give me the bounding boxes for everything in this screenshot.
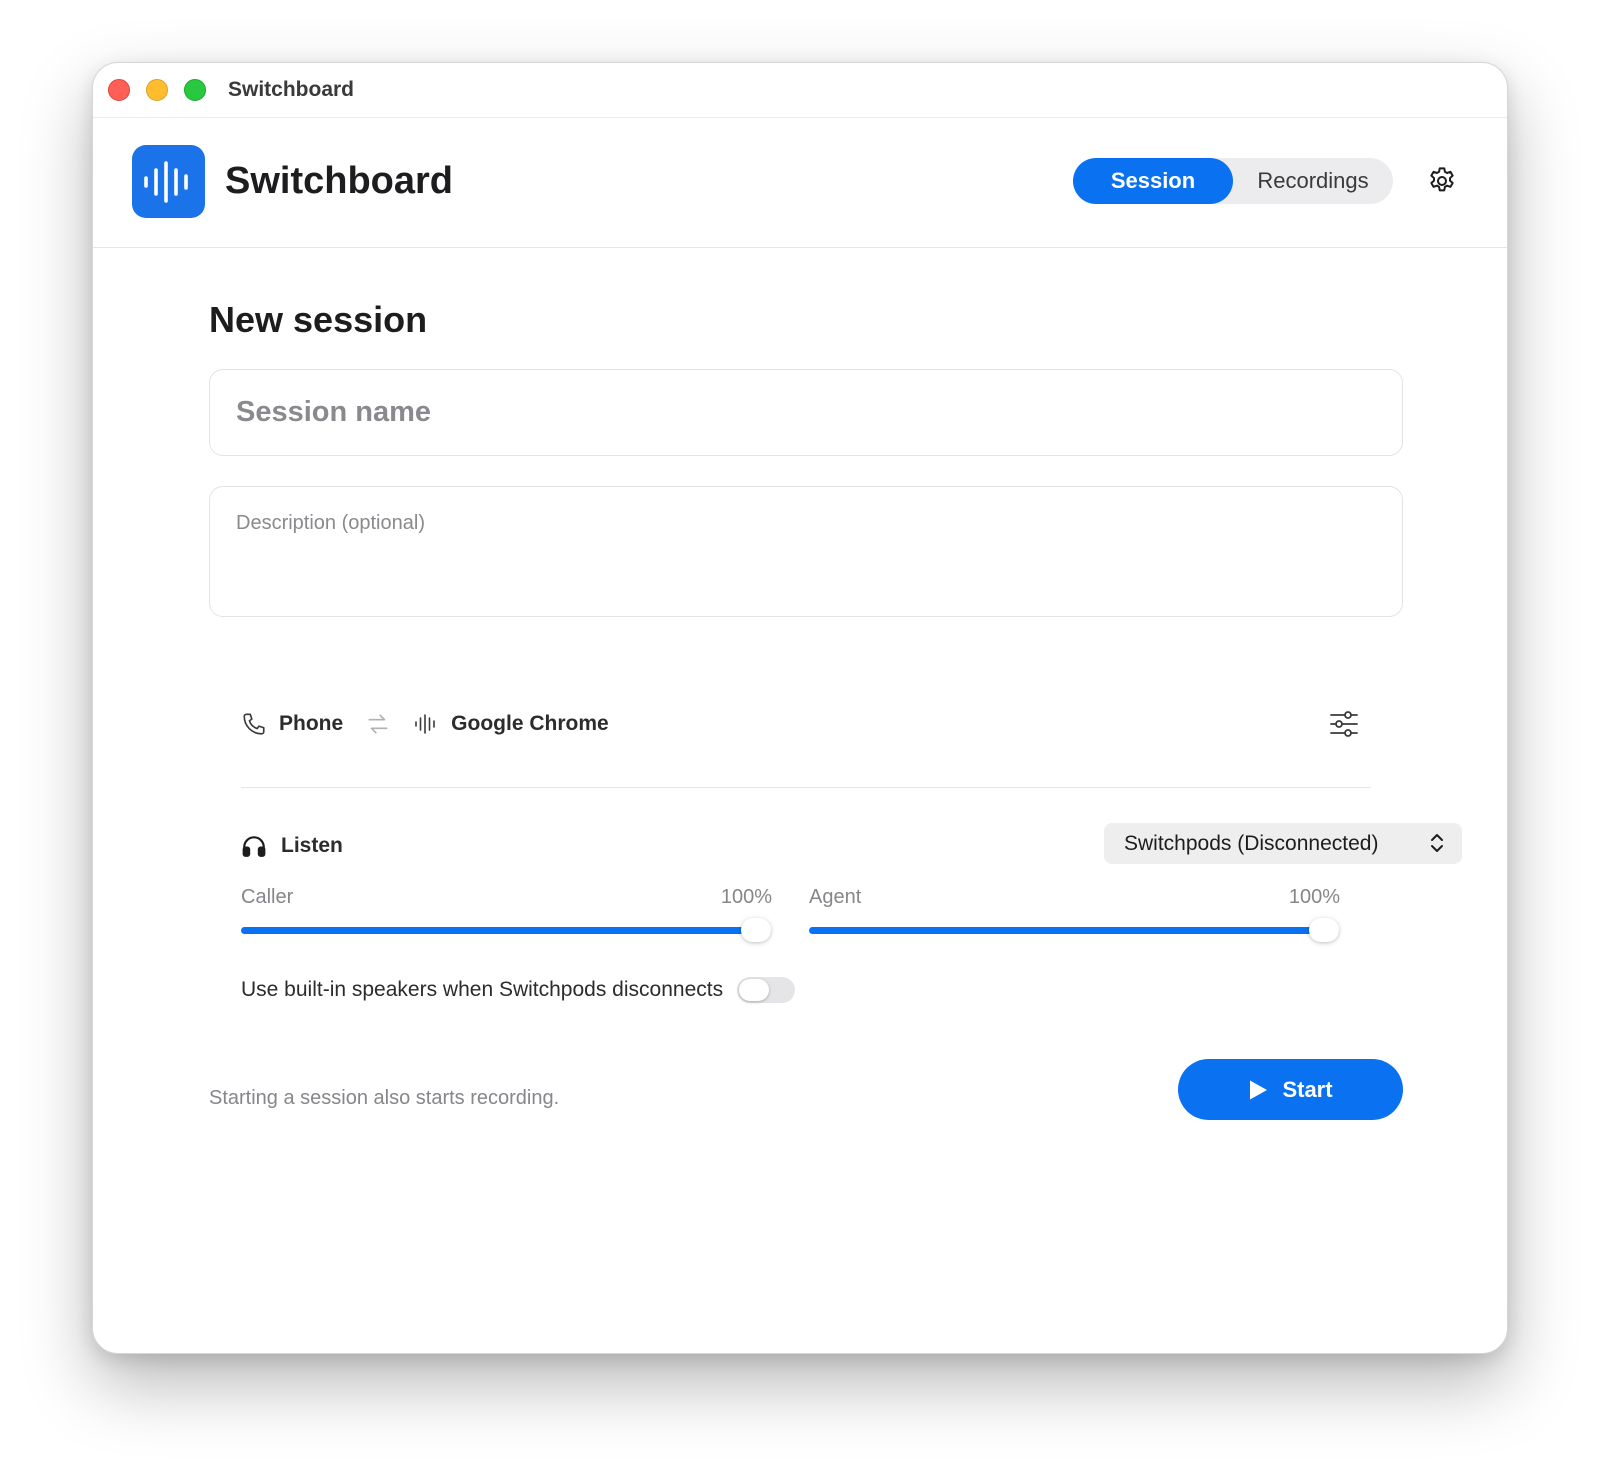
tab-session[interactable]: Session (1073, 158, 1233, 204)
app-header: Switchboard Session Recordings (93, 118, 1507, 248)
sliders-icon (1330, 711, 1358, 737)
slider-fill (241, 927, 756, 934)
slider-fill (809, 927, 1324, 934)
app-logo (132, 145, 205, 218)
settings-button[interactable] (1424, 163, 1460, 199)
play-icon (1248, 1079, 1268, 1101)
waveform-icon (143, 160, 188, 203)
close-window-button[interactable] (108, 79, 130, 101)
toggle-knob (739, 979, 770, 1001)
page-title: New session (209, 299, 428, 340)
listen-header: Listen (241, 824, 343, 868)
recording-note: Starting a session also starts recording… (209, 1087, 560, 1109)
chevron-updown-icon (1428, 832, 1446, 854)
start-label: Start (1282, 1076, 1333, 1102)
slider-thumb[interactable] (1309, 918, 1339, 942)
route-options-button[interactable] (1327, 708, 1361, 740)
caller-volume-slider[interactable] (241, 918, 771, 942)
zoom-window-button[interactable] (184, 79, 206, 101)
audio-route: Phone Google Chrome (241, 699, 1371, 749)
phone-icon (241, 711, 267, 737)
route-source-label: Phone (279, 712, 344, 735)
listen-device-select[interactable]: Switchpods (Disconnected) (1104, 823, 1462, 864)
app-window: Switchboard Switchboard Session Recordin… (92, 62, 1508, 1354)
route-target-label: Google Chrome (451, 712, 609, 735)
gear-icon (1430, 167, 1454, 192)
agent-volume-value: 100% (1288, 886, 1340, 908)
caller-volume-label: Caller (241, 886, 294, 908)
agent-volume-slider[interactable] (809, 918, 1339, 942)
slider-thumb[interactable] (741, 918, 771, 942)
minimize-window-button[interactable] (146, 79, 168, 101)
tab-recordings[interactable]: Recordings (1233, 158, 1393, 204)
section-divider (241, 787, 1371, 788)
description-input[interactable] (209, 486, 1403, 617)
agent-volume-label: Agent (809, 886, 862, 908)
session-name-input[interactable] (209, 369, 1403, 456)
window-title: Switchboard (228, 78, 355, 101)
swap-arrows-icon[interactable] (365, 711, 391, 737)
caller-volume-value: 100% (720, 886, 772, 908)
view-switcher: Session Recordings (1073, 158, 1393, 204)
listen-device-value: Switchpods (Disconnected) (1124, 831, 1379, 855)
fallback-speakers-label: Use built-in speakers when Switchpods di… (241, 978, 724, 1001)
fallback-speakers-row: Use built-in speakers when Switchpods di… (241, 974, 796, 1006)
listen-label: Listen (281, 834, 343, 857)
waveform-icon (413, 712, 437, 736)
headphones-icon (241, 833, 267, 859)
fallback-speakers-toggle[interactable] (737, 977, 796, 1003)
app-name: Switchboard (225, 160, 454, 202)
start-session-button[interactable]: Start (1178, 1059, 1403, 1120)
title-bar: Switchboard (93, 63, 1507, 118)
